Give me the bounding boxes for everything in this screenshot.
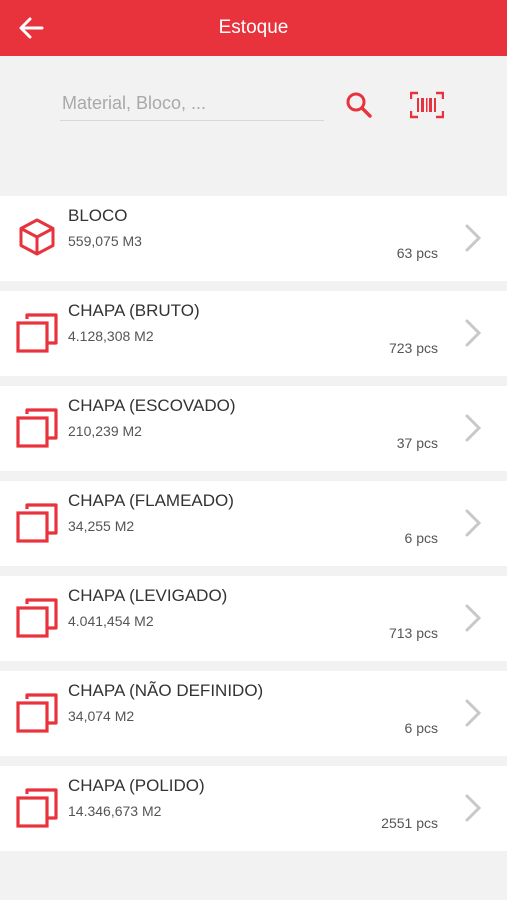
chevron-right-icon: [465, 509, 482, 537]
item-name: CHAPA (ESCOVADO): [68, 396, 236, 415]
item-quantity: 4.041,454 M2: [68, 613, 154, 629]
item-quantity: 4.128,308 M2: [68, 328, 154, 344]
list-item-chapa-flameado[interactable]: CHAPA (FLAMEADO) 34,255 M2 6 pcs: [0, 481, 507, 566]
chevron-right-icon: [465, 414, 482, 442]
list-item-chapa-levigado[interactable]: CHAPA (LEVIGADO) 4.041,454 M2 713 pcs: [0, 576, 507, 661]
search-button[interactable]: [342, 88, 376, 122]
item-quantity: 559,075 M3: [68, 233, 142, 249]
item-piece-count: 713 pcs: [388, 625, 438, 641]
page-title: Estoque: [218, 17, 289, 38]
slab-icon: [16, 408, 58, 448]
search-input[interactable]: [60, 86, 324, 121]
cube-icon: [19, 218, 55, 256]
search-area: [0, 56, 507, 196]
item-piece-count: 63 pcs: [396, 245, 438, 261]
item-quantity: 34,074 M2: [68, 708, 135, 724]
barcode-scan-icon: [410, 91, 444, 119]
item-name: CHAPA (NÃO DEFINIDO): [68, 681, 264, 700]
stock-list: BLOCO 559,075 M3 63 pcs CHAPA (BRUTO) 4.…: [0, 196, 507, 861]
app-bar: Estoque: [0, 0, 507, 56]
chevron-right-icon: [465, 224, 482, 252]
item-piece-count: 6 pcs: [404, 720, 438, 736]
item-quantity: 14.346,673 M2: [68, 803, 162, 819]
item-piece-count: 37 pcs: [396, 435, 438, 451]
chevron-right-icon: [465, 699, 482, 727]
list-item-chapa-bruto[interactable]: CHAPA (BRUTO) 4.128,308 M2 723 pcs: [0, 291, 507, 376]
item-piece-count: 723 pcs: [388, 340, 438, 356]
barcode-scan-button[interactable]: [408, 88, 446, 122]
chevron-right-icon: [465, 604, 482, 632]
list-item-chapa-nao-definido[interactable]: CHAPA (NÃO DEFINIDO) 34,074 M2 6 pcs: [0, 671, 507, 756]
item-piece-count: 2551 pcs: [381, 815, 438, 831]
item-name: CHAPA (BRUTO): [68, 301, 200, 320]
item-quantity: 34,255 M2: [68, 518, 135, 534]
list-item-bloco[interactable]: BLOCO 559,075 M3 63 pcs: [0, 196, 507, 281]
chevron-right-icon: [465, 794, 482, 822]
item-name: CHAPA (LEVIGADO): [68, 586, 228, 605]
list-item-chapa-escovado[interactable]: CHAPA (ESCOVADO) 210,239 M2 37 pcs: [0, 386, 507, 471]
item-quantity: 210,239 M2: [68, 423, 142, 439]
list-item-chapa-polido[interactable]: CHAPA (POLIDO) 14.346,673 M2 2551 pcs: [0, 766, 507, 851]
chevron-right-icon: [465, 319, 482, 347]
search-icon: [346, 92, 372, 118]
item-piece-count: 6 pcs: [404, 530, 438, 546]
slab-icon: [16, 598, 58, 638]
slab-icon: [16, 503, 58, 543]
slab-icon: [16, 313, 58, 353]
item-name: CHAPA (FLAMEADO): [68, 491, 234, 510]
item-name: BLOCO: [68, 206, 128, 225]
slab-icon: [16, 693, 58, 733]
slab-icon: [16, 788, 58, 828]
item-name: CHAPA (POLIDO): [68, 776, 205, 795]
